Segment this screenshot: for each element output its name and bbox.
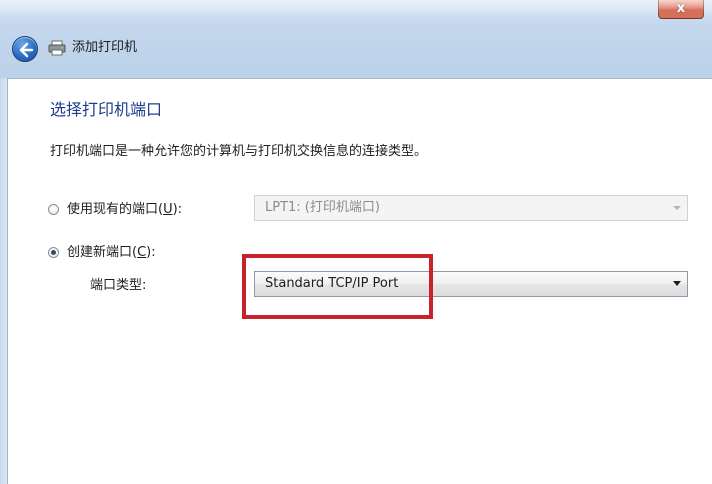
- back-button[interactable]: [12, 36, 38, 62]
- page-description: 打印机端口是一种允许您的计算机与打印机交换信息的连接类型。: [50, 144, 428, 159]
- back-arrow-icon: [19, 42, 34, 58]
- use-existing-port-label[interactable]: 使用现有的端口(U):: [67, 201, 182, 219]
- window-frame-left: [0, 78, 8, 484]
- chevron-down-icon: [673, 206, 681, 210]
- title-bar: x 添加打印机: [0, 0, 712, 78]
- chevron-down-icon[interactable]: [673, 281, 681, 286]
- create-new-port-label[interactable]: 创建新端口(C):: [67, 244, 156, 262]
- add-printer-window: x 添加打印机 选择打印机端口 打印机端口是一种允许您的计算机与打印机交换信息的…: [0, 0, 712, 484]
- port-type-label: 端口类型:: [90, 278, 147, 293]
- existing-port-value: LPT1: (打印机端口): [265, 200, 380, 215]
- use-existing-port-radio[interactable]: [48, 204, 59, 215]
- create-new-port-radio[interactable]: [48, 247, 59, 258]
- wizard-title: 添加打印机: [72, 40, 138, 55]
- close-button[interactable]: x: [658, 0, 704, 19]
- annotation-highlight-box: [242, 254, 433, 319]
- wizard-content: 选择打印机端口 打印机端口是一种允许您的计算机与打印机交换信息的连接类型。 使用…: [8, 78, 712, 484]
- page-heading: 选择打印机端口: [50, 100, 163, 119]
- existing-port-select: LPT1: (打印机端口): [254, 195, 688, 221]
- printer-icon: [48, 40, 66, 56]
- close-icon: x: [676, 1, 686, 16]
